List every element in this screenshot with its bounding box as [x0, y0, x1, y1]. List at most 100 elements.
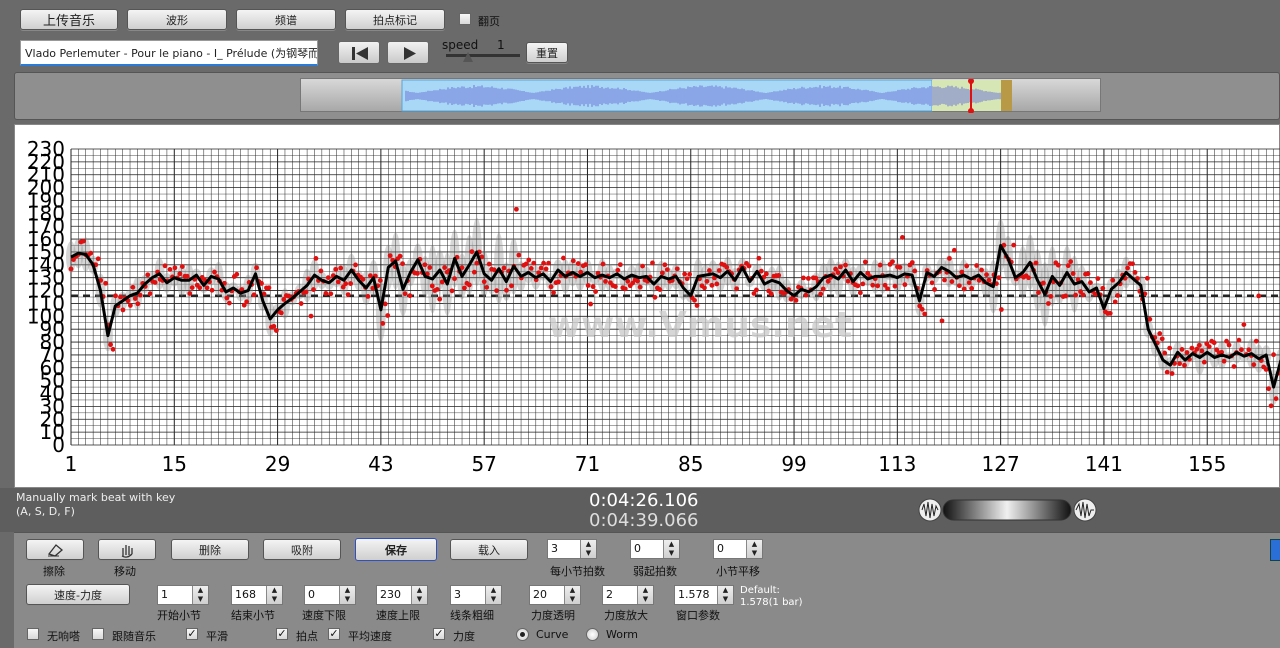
beat-point — [682, 271, 688, 277]
dyn-scale-label: 力度放大 — [604, 609, 648, 622]
beat-point — [929, 280, 935, 286]
load-button[interactable]: 载入 — [450, 539, 528, 560]
beat-point — [328, 291, 334, 297]
spin-arrows[interactable]: ▲ ▼ — [717, 586, 733, 604]
spin-arrows[interactable]: ▲ ▼ — [485, 586, 501, 604]
spin-arrows[interactable]: ▲ ▼ — [411, 586, 427, 604]
beat-point — [998, 307, 1004, 312]
beat-point — [617, 262, 623, 268]
bar-shift-spin[interactable]: 0 ▲ ▼ — [713, 539, 763, 559]
avg-tempo-checkbox[interactable]: ✓ — [328, 628, 340, 640]
beat-point — [88, 250, 94, 256]
beat-point — [365, 294, 371, 299]
smooth-checkbox[interactable]: ✓ — [186, 628, 198, 640]
start-bar-spin[interactable]: 1 ▲ ▼ — [157, 585, 209, 605]
beat-point — [1211, 340, 1217, 346]
beat-point — [857, 290, 863, 296]
beat-point — [1241, 322, 1247, 328]
beat-point — [1159, 336, 1165, 342]
dyn-transparency-spin[interactable]: 20 ▲ ▼ — [529, 585, 581, 605]
beat-point — [1107, 310, 1113, 316]
beat-point — [377, 278, 383, 283]
x-tick-label: 1 — [65, 452, 78, 476]
track-title-field[interactable]: Vlado Perlemuter - Pour le piano - I_ Pr… — [20, 40, 318, 66]
speed-slider-track[interactable] — [446, 54, 520, 57]
volume-slider[interactable] — [942, 499, 1072, 521]
reset-speed-button[interactable]: 重置 — [526, 42, 568, 63]
beats-checkbox[interactable]: ✓ — [276, 628, 288, 640]
beat-point — [600, 261, 606, 267]
spin-arrows[interactable]: ▲ ▼ — [580, 540, 596, 558]
spin-arrows[interactable]: ▲ ▼ — [637, 586, 653, 604]
move-button[interactable] — [98, 539, 156, 560]
beats-per-bar-spin[interactable]: 3 ▲ ▼ — [547, 539, 597, 559]
volume-control[interactable] — [918, 496, 1098, 524]
window-param-spin[interactable]: 1.578 ▲ ▼ — [674, 585, 734, 605]
beat-point — [803, 292, 809, 298]
beat-point — [449, 288, 455, 294]
metronome-checkbox[interactable] — [27, 628, 39, 640]
waveform-button[interactable]: 波形 — [127, 9, 227, 30]
beat-point — [1088, 280, 1093, 286]
spin-arrows[interactable]: ▲ ▼ — [266, 586, 282, 604]
bar-shift-label: 小节平移 — [716, 565, 760, 578]
overview-waveform[interactable] — [300, 78, 1101, 113]
beat-point — [1073, 292, 1079, 298]
beat-point — [234, 271, 240, 277]
follow-music-checkbox[interactable] — [92, 628, 104, 640]
pickup-spin[interactable]: 0 ▲ ▼ — [630, 539, 680, 559]
spin-arrows[interactable]: ▲ ▼ — [192, 586, 208, 604]
beat-point — [583, 262, 589, 267]
beat-point — [1196, 342, 1202, 348]
save-button[interactable]: 保存 — [355, 538, 437, 561]
play-button[interactable] — [387, 41, 429, 64]
beat-mark-button[interactable]: 拍点标记 — [345, 9, 445, 30]
dyn-transparency-label: 力度透明 — [531, 609, 575, 622]
beat-point — [325, 275, 331, 281]
erase-button[interactable] — [26, 539, 84, 560]
spectrum-button[interactable]: 频谱 — [236, 9, 336, 30]
beat-point — [877, 262, 883, 268]
beat-point — [338, 265, 344, 271]
line-width-spin[interactable]: 3 ▲ ▼ — [450, 585, 502, 605]
tempo-chart[interactable]: 0102030405060708090100110120130140150160… — [15, 125, 1280, 489]
tempo-max-spin[interactable]: 230 ▲ ▼ — [376, 585, 428, 605]
tempo-min-spin[interactable]: 0 ▲ ▼ — [304, 585, 356, 605]
beat-point — [80, 238, 86, 244]
beat-point — [838, 264, 843, 270]
delete-button[interactable]: 删除 — [171, 539, 249, 560]
beat-point — [385, 313, 391, 318]
dyn-scale-spin[interactable]: 2 ▲ ▼ — [602, 585, 654, 605]
hand-icon — [121, 544, 133, 558]
beat-point — [1236, 337, 1242, 343]
dyn-transparency-value: 20 — [533, 588, 547, 601]
beat-point — [501, 265, 507, 271]
beat-point — [818, 291, 824, 297]
spin-arrows[interactable]: ▲ ▼ — [663, 540, 679, 558]
line-width-label: 线条粗细 — [450, 609, 494, 622]
beat-point — [1033, 260, 1039, 266]
spin-arrows[interactable]: ▲ ▼ — [564, 586, 580, 604]
beat-point — [452, 276, 457, 282]
beat-point — [345, 292, 351, 298]
speed-slider-thumb[interactable] — [463, 52, 473, 62]
end-bar-spin[interactable]: 168 ▲ ▼ — [231, 585, 283, 605]
beat-point — [855, 283, 861, 289]
curve-radio[interactable] — [516, 628, 529, 641]
beat-point — [1085, 271, 1091, 277]
tempo-dynamics-button[interactable]: 速度-力度 — [26, 584, 130, 605]
previous-button[interactable] — [338, 41, 380, 64]
beat-point — [132, 296, 138, 301]
beat-point — [603, 278, 608, 284]
spin-arrows[interactable]: ▲ ▼ — [339, 586, 355, 604]
page-turn-checkbox[interactable] — [459, 13, 471, 25]
right-edge-button[interactable] — [1270, 539, 1280, 561]
upload-music-button[interactable]: 上传音乐 — [20, 9, 118, 30]
spin-arrows[interactable]: ▲ ▼ — [746, 540, 762, 558]
current-time: 0:04:26.106 — [589, 490, 699, 511]
dyn-scale-value: 2 — [606, 588, 613, 601]
snap-button[interactable]: 吸附 — [263, 539, 341, 560]
dynamics-checkbox[interactable]: ✓ — [433, 628, 445, 640]
worm-radio[interactable] — [586, 628, 599, 641]
tempo-plot-panel[interactable]: 0 10 20 30 40 50 60 70 80 90 100 110 120 130 140 150 160… — [14, 124, 1280, 488]
